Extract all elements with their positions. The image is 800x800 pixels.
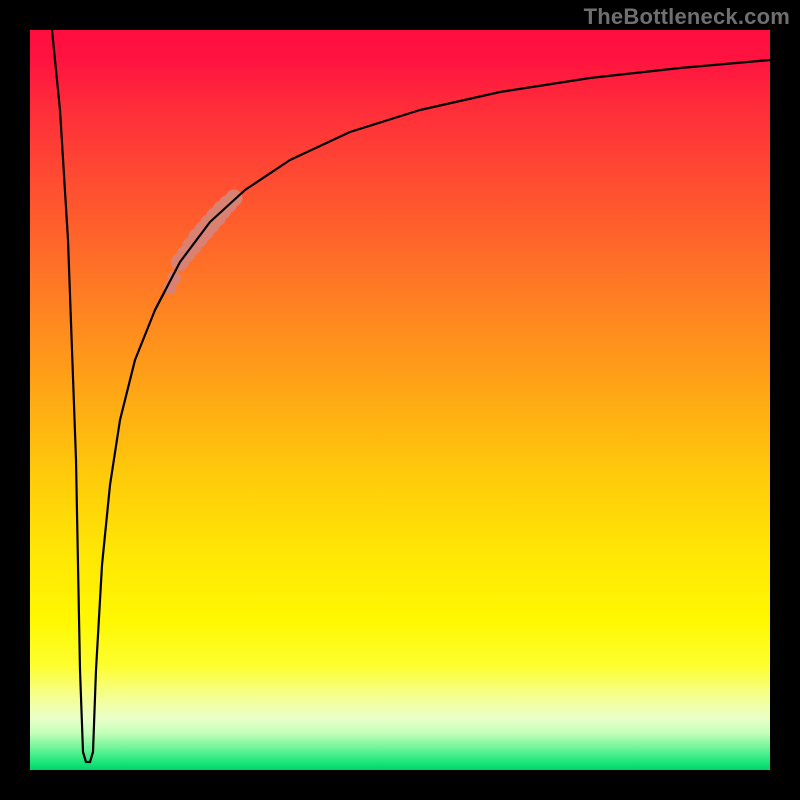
curve-svg	[30, 30, 770, 770]
highlight-blob	[164, 190, 243, 295]
chart-frame: TheBottleneck.com	[0, 0, 800, 800]
plot-area	[30, 30, 770, 770]
bottleneck-curve	[52, 30, 770, 762]
watermark-text: TheBottleneck.com	[584, 4, 790, 30]
